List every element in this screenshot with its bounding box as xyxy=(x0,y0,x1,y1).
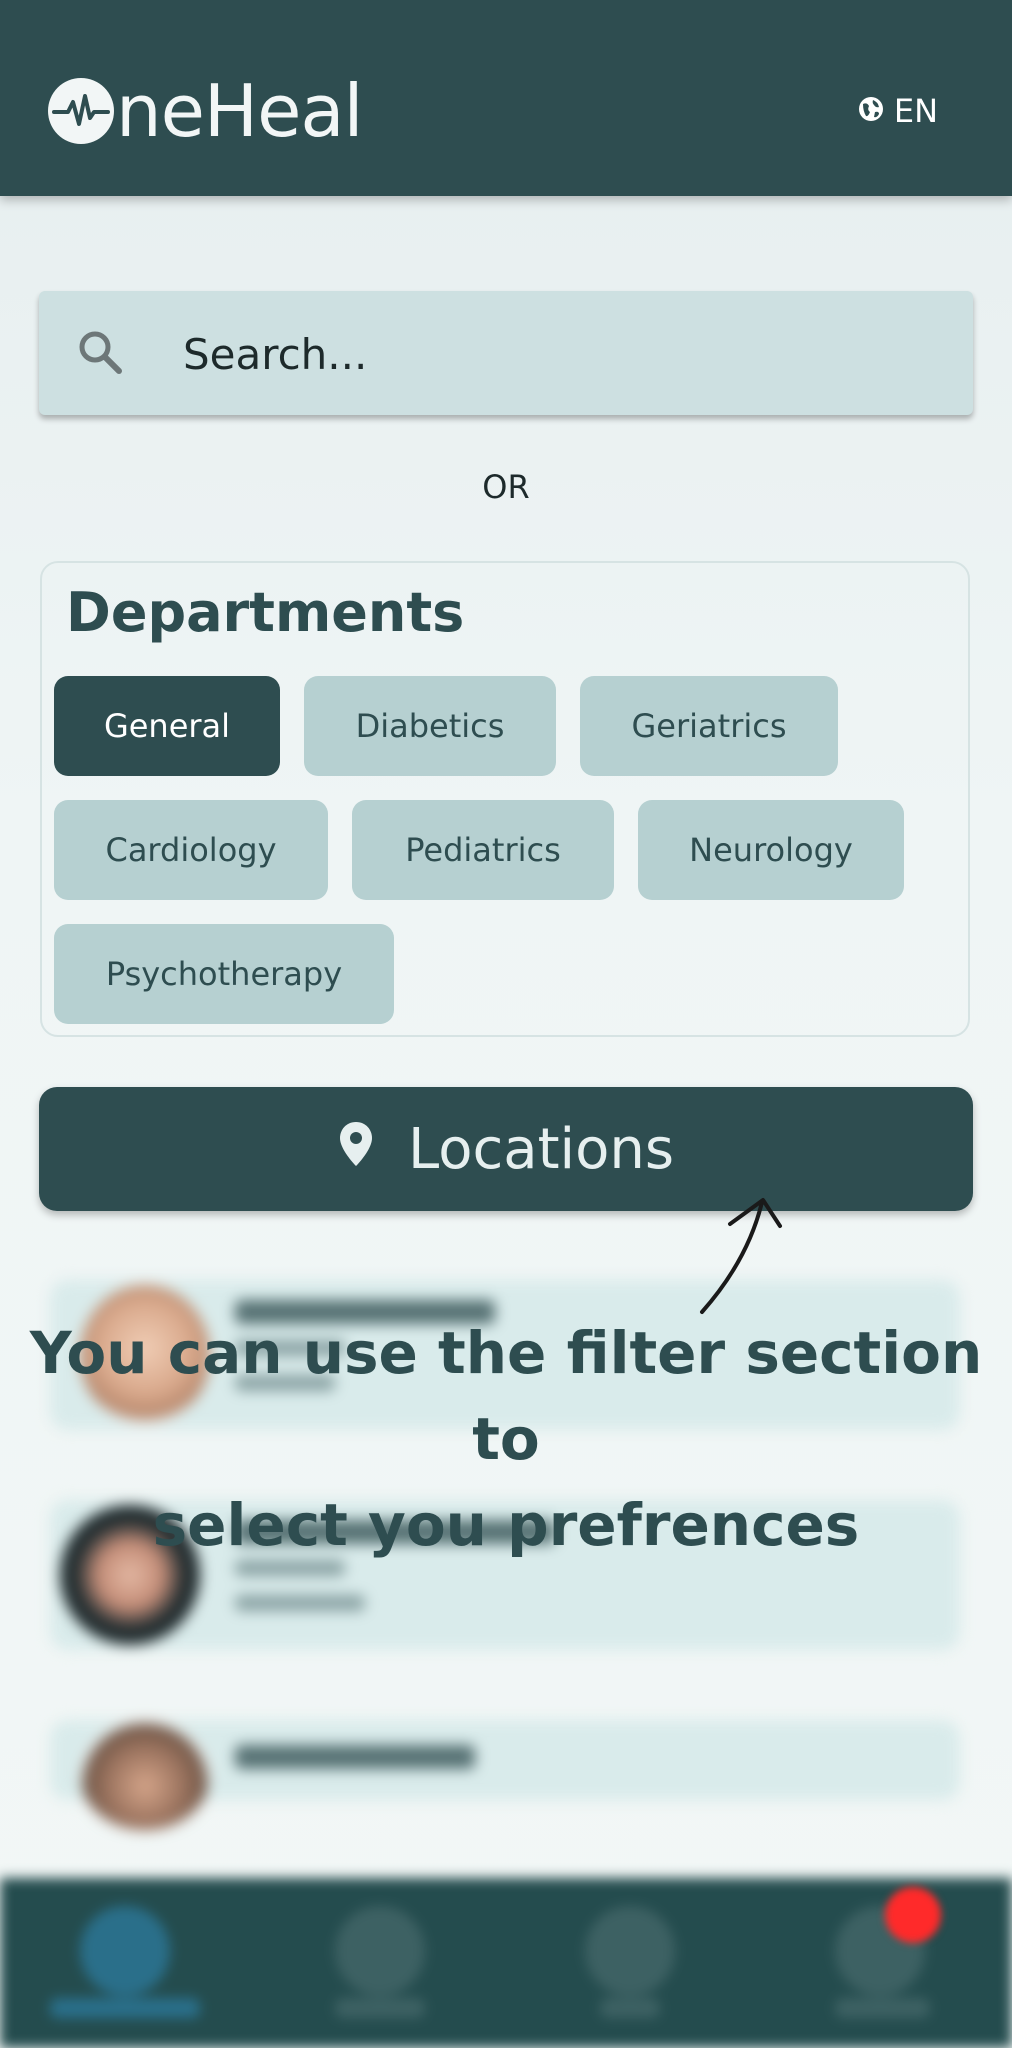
locations-label: Locations xyxy=(407,1116,675,1182)
list-item[interactable] xyxy=(50,1720,960,1830)
chip-geriatrics[interactable]: Geriatrics xyxy=(580,676,838,776)
search-bar[interactable] xyxy=(39,291,973,415)
hint-line-1: You can use the filter section to xyxy=(29,1319,983,1473)
notification-badge xyxy=(885,1887,941,1943)
location-pin-icon xyxy=(338,1117,374,1182)
departments-title: Departments xyxy=(66,581,465,644)
doctor-detail-placeholder xyxy=(235,1595,365,1611)
chip-cardiology[interactable]: Cardiology xyxy=(54,800,328,900)
tutorial-hint: You can use the filter section to select… xyxy=(0,1310,1012,1568)
departments-card: Departments General Diabetics Geriatrics… xyxy=(40,561,970,1037)
language-label: EN xyxy=(893,92,938,130)
search-input[interactable] xyxy=(181,321,945,387)
app-logo[interactable]: neHeal xyxy=(48,74,363,148)
locations-button[interactable]: Locations xyxy=(39,1087,973,1211)
pointer-arrow-icon xyxy=(700,1198,782,1314)
nav-doctors-icon[interactable] xyxy=(335,1906,425,1996)
search-icon xyxy=(75,327,127,383)
or-separator: OR xyxy=(482,468,530,506)
bottom-navigation xyxy=(0,1878,1012,2048)
globe-icon xyxy=(858,92,884,130)
avatar xyxy=(80,1720,210,1830)
doctor-name-placeholder xyxy=(235,1745,475,1769)
chip-general[interactable]: General xyxy=(54,676,280,776)
nav-label xyxy=(835,1998,930,2018)
app-header: neHeal EN xyxy=(0,0,1012,196)
chip-pediatrics[interactable]: Pediatrics xyxy=(352,800,614,900)
nav-label xyxy=(600,1998,660,2018)
nav-label xyxy=(335,1998,425,2018)
chip-neurology[interactable]: Neurology xyxy=(638,800,904,900)
nav-label xyxy=(50,1998,200,2018)
nav-map-icon[interactable] xyxy=(585,1906,675,1996)
hint-line-2: select you prefrences xyxy=(152,1491,860,1559)
logo-text: neHeal xyxy=(116,69,363,153)
language-selector[interactable]: EN xyxy=(858,92,938,130)
chip-diabetics[interactable]: Diabetics xyxy=(304,676,556,776)
chip-psychotherapy[interactable]: Psychotherapy xyxy=(54,924,394,1024)
heartbeat-icon xyxy=(48,78,114,144)
nav-home-icon[interactable] xyxy=(80,1906,170,1996)
